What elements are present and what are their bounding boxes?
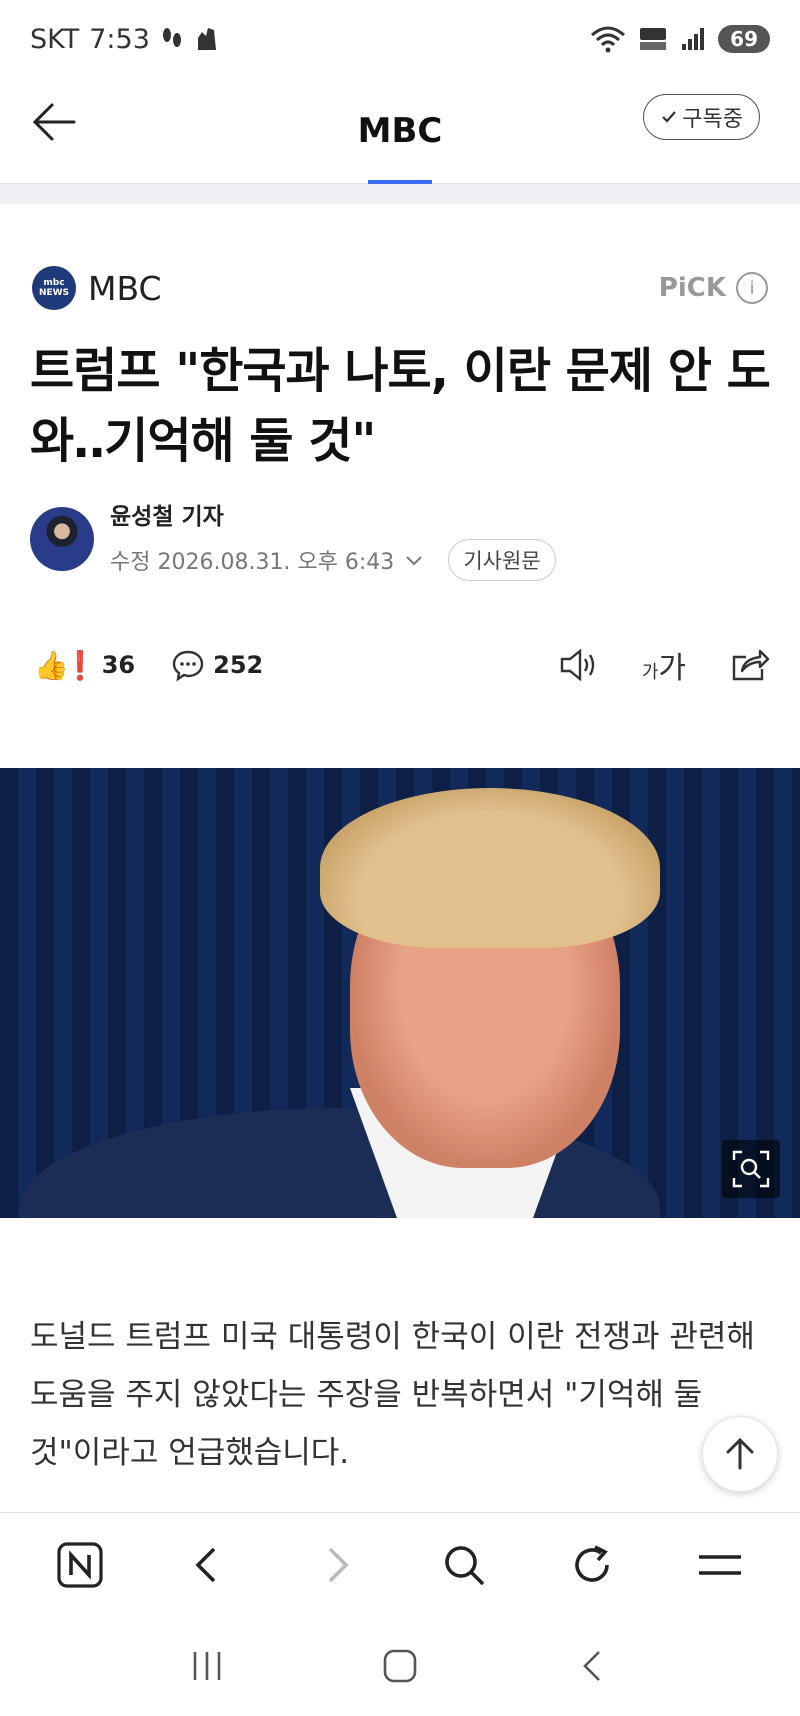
reaction-count: 36 <box>101 651 136 679</box>
browser-search-button[interactable] <box>434 1535 494 1595</box>
article-headline: 트럼프 "한국과 나토, 이란 문제 안 도와‥기억해 둘 것" <box>30 343 771 469</box>
pick-label: PiCK <box>658 273 726 303</box>
naver-n-icon <box>57 1541 103 1588</box>
signal-icon <box>682 28 705 50</box>
subscribe-label: 구독중 <box>682 107 743 132</box>
chevron-right-icon <box>328 1547 349 1582</box>
reporter-name[interactable]: 윤성철 기자 <box>110 497 556 531</box>
refresh-icon <box>575 1544 609 1582</box>
pick-badge[interactable]: PiCK i <box>659 272 768 304</box>
comment-count: 252 <box>213 651 264 679</box>
status-bar: SKT 7:53 69 <box>0 0 800 78</box>
home-icon <box>383 1649 417 1683</box>
system-nav-bar <box>0 1616 800 1716</box>
original-article-button[interactable]: 기사원문 <box>448 539 556 581</box>
zoom-search-icon <box>732 1150 770 1188</box>
system-back-button[interactable] <box>563 1636 623 1696</box>
press-logo[interactable]: mbc NEWS <box>32 266 76 310</box>
clock: 7:53 <box>89 23 150 55</box>
hd-voice-icon <box>640 28 667 50</box>
status-right: 69 <box>590 25 770 53</box>
article-date: 수정 2026.08.31. 오후 6:43 <box>110 550 395 575</box>
info-icon[interactable]: i <box>736 272 768 304</box>
browser-menu-button[interactable] <box>690 1535 750 1595</box>
scroll-top-button[interactable] <box>702 1416 778 1492</box>
article-actions: 👍❗ 36 252 가가 <box>34 640 770 690</box>
carrier-label: SKT <box>30 23 80 55</box>
home-button[interactable] <box>370 1636 430 1696</box>
menu-icon <box>699 1554 741 1575</box>
browser-forward-button[interactable] <box>306 1535 366 1595</box>
reporter-avatar[interactable] <box>30 507 94 571</box>
font-large-label: 가 <box>658 651 686 686</box>
image-zoom-button[interactable] <box>722 1140 780 1198</box>
press-logo-bottom: NEWS <box>38 288 70 298</box>
press-logo-top: mbc <box>43 278 65 288</box>
photo-hair-shape <box>320 788 660 948</box>
share-icon[interactable] <box>730 647 770 683</box>
byline: 윤성철 기자 수정 2026.08.31. 오후 6:43 기사원문 <box>30 504 770 581</box>
article-body: 도널드 트럼프 미국 대통령이 한국이 이란 전쟁과 관련해 도움을 주지 않았… <box>30 1319 755 1471</box>
press-row: mbc NEWS MBC PiCK i <box>32 264 768 312</box>
wifi-icon <box>591 26 626 53</box>
back-chevron-icon <box>583 1651 601 1681</box>
action-tools: 가가 <box>558 643 770 687</box>
search-icon <box>445 1545 485 1585</box>
divider-band <box>0 184 800 204</box>
browser-refresh-button[interactable] <box>562 1535 622 1595</box>
arrow-up-icon <box>726 1437 754 1470</box>
comment-icon <box>172 650 204 682</box>
status-left: SKT 7:53 <box>30 24 220 55</box>
chevron-down-icon[interactable] <box>404 550 424 570</box>
battery-icon: 69 <box>718 25 770 53</box>
browser-back-button[interactable] <box>178 1535 238 1595</box>
naver-home-button[interactable] <box>50 1535 110 1595</box>
top-nav: MBC 구독중 <box>0 78 800 184</box>
reaction-button[interactable]: 👍❗ 36 <box>34 649 135 682</box>
recent-apps-icon <box>193 1652 220 1680</box>
date-row: 수정 2026.08.31. 오후 6:43 기사원문 <box>110 539 556 581</box>
footprint-icon <box>162 28 181 47</box>
recent-apps-button[interactable] <box>177 1636 237 1696</box>
glove-icon <box>197 28 216 50</box>
speaker-icon[interactable] <box>558 647 598 683</box>
subscribe-button[interactable]: 구독중 <box>643 94 760 140</box>
font-small-label: 가 <box>641 662 659 683</box>
chevron-left-icon <box>195 1547 216 1582</box>
comment-button[interactable]: 252 <box>171 648 263 682</box>
article-photo[interactable] <box>0 768 800 1218</box>
page-title: MBC <box>357 110 443 151</box>
font-size-button[interactable]: 가가 <box>642 643 686 687</box>
press-name[interactable]: MBC <box>88 269 162 308</box>
back-arrow-icon[interactable] <box>28 96 80 148</box>
browser-toolbar <box>0 1512 800 1616</box>
reaction-emoji-icon: 👍❗ <box>34 648 98 682</box>
byline-text: 윤성철 기자 수정 2026.08.31. 오후 6:43 기사원문 <box>110 497 556 581</box>
check-icon <box>662 111 677 123</box>
